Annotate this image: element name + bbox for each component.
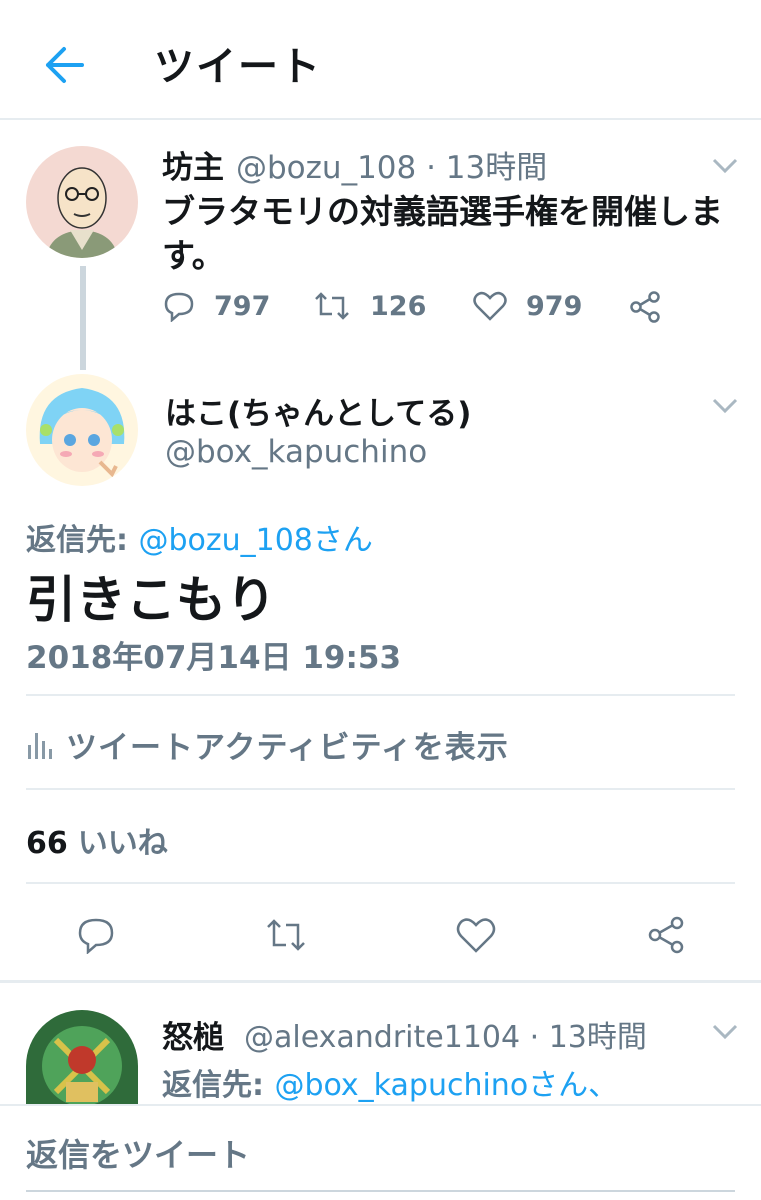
- reply-count: 797: [214, 290, 271, 322]
- back-arrow-icon: [46, 47, 84, 83]
- share-button[interactable]: [644, 913, 688, 957]
- chevron-down-icon[interactable]: [710, 396, 740, 416]
- reply-to-label: 返信先:: [26, 523, 139, 558]
- avatar-alexandrite[interactable]: [26, 1010, 138, 1104]
- reply-compose-bar: 返信をツイート: [0, 1104, 761, 1200]
- back-button[interactable]: [36, 40, 92, 90]
- author-handle-time[interactable]: @bozu_108 · 13時間: [236, 142, 547, 187]
- reply-input[interactable]: 返信をツイート: [26, 1130, 250, 1176]
- share-action[interactable]: [628, 290, 662, 324]
- likes-label: いいね: [77, 826, 168, 861]
- retweet-count: 126: [370, 290, 427, 322]
- bar-chart-icon: [28, 732, 52, 759]
- retweet-icon: [315, 292, 349, 320]
- reply-to-link[interactable]: @box_kapuchinoさん、: [274, 1068, 618, 1103]
- reply-icon: [78, 918, 114, 954]
- compose-underline: [26, 1190, 735, 1192]
- tweet-text: ブラタモリの対義語選手権を開催します。: [162, 192, 723, 275]
- retweet-action[interactable]: 126: [312, 290, 426, 322]
- reply-action[interactable]: 797: [162, 290, 270, 322]
- reply-button[interactable]: [74, 913, 118, 957]
- heart-icon: [473, 291, 507, 321]
- divider: [26, 694, 735, 696]
- box-avatar-image: [26, 374, 138, 486]
- divider: [26, 788, 735, 790]
- alexandrite-avatar-image: [26, 1010, 138, 1104]
- tweet-timestamp: 2018年07月14日 19:53: [26, 640, 402, 676]
- heart-icon: [456, 918, 496, 953]
- thread-connector: [80, 266, 86, 370]
- reply-icon: [164, 292, 194, 322]
- reply-to-link[interactable]: @bozu_108さん: [138, 523, 372, 558]
- tweet-text: 引きこもり: [26, 571, 276, 629]
- likes-summary[interactable]: 66 いいね: [26, 818, 168, 862]
- divider: [26, 882, 735, 884]
- share-icon: [648, 916, 684, 954]
- bozu-avatar-image: [26, 146, 138, 258]
- avatar-box[interactable]: [26, 374, 138, 486]
- reply-to-label: 返信先:: [162, 1068, 275, 1103]
- top-bar: ツイート: [0, 0, 761, 120]
- like-button[interactable]: [454, 913, 498, 957]
- author-name[interactable]: はこ(ちゃんとしてる): [165, 388, 471, 433]
- author-name[interactable]: 怒槌: [162, 1012, 224, 1057]
- tweet-activity-label: ツイートアクティビティを表示: [66, 730, 509, 766]
- retweet-button[interactable]: [264, 913, 308, 957]
- section-separator: [0, 980, 761, 983]
- author-handle-time[interactable]: @alexandrite1104 · 13時間: [244, 1012, 647, 1056]
- page-title: ツイート: [154, 44, 322, 90]
- reply-to-line: 返信先: @box_kapuchinoさん、: [162, 1060, 618, 1104]
- retweet-icon: [267, 919, 305, 951]
- reply-to-line: 返信先: @bozu_108さん: [26, 515, 373, 559]
- like-action[interactable]: 979: [472, 290, 582, 322]
- author-name[interactable]: 坊主: [162, 142, 224, 187]
- author-handle[interactable]: @box_kapuchino: [165, 434, 427, 470]
- avatar-bozu[interactable]: [26, 146, 138, 258]
- chevron-down-icon[interactable]: [710, 1022, 740, 1042]
- share-icon: [630, 291, 660, 323]
- like-count: 979: [526, 290, 583, 322]
- tweet-activity-link[interactable]: ツイートアクティビティを表示: [26, 722, 509, 767]
- likes-count: 66: [26, 826, 68, 861]
- chevron-down-icon[interactable]: [710, 156, 740, 176]
